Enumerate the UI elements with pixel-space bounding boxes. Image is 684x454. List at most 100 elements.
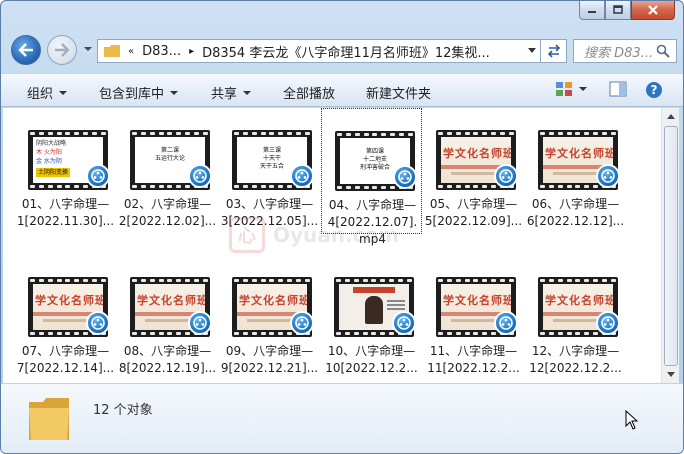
forward-arrow-icon: [55, 43, 70, 57]
file-name-line: 04、八字命理—: [328, 198, 417, 212]
media-player-icon: [86, 164, 110, 188]
cover-title: 学文化名师班: [443, 147, 511, 160]
new-folder-label: 新建文件夹: [366, 87, 432, 102]
video-file-item[interactable]: 学文化名师班 08、八字命理— 8[2022.12.19]...: [117, 255, 218, 381]
search-box[interactable]: 搜索 D83...: [573, 39, 677, 63]
address-overflow-chevron[interactable]: «: [128, 46, 134, 57]
breadcrumb-separator-icon[interactable]: ▸: [189, 46, 194, 57]
file-list-view[interactable]: 阴阳大战略 木 火为阳 金 水为阴 土阴阳变换 01、八字命理— 1[2022.…: [3, 108, 661, 383]
film-reel-icon: [295, 169, 309, 183]
media-player-icon: [290, 164, 314, 188]
change-view-button[interactable]: [555, 81, 587, 97]
scrollbar-thumb[interactable]: [664, 126, 678, 366]
share-label: 共享: [211, 87, 238, 102]
film-reel-icon: [499, 316, 513, 330]
video-file-item[interactable]: 第四课 十二地支 刑冲害破合 04、八字命理— 4[2022.12.07]. mp4: [321, 108, 422, 246]
new-folder-button[interactable]: 新建文件夹: [366, 83, 431, 102]
file-name: 11、八字命理— 11[2022.12.2...: [423, 343, 524, 377]
film-reel-icon: [499, 169, 513, 183]
film-reel-icon: [601, 316, 615, 330]
video-file-item[interactable]: 学文化名师班 06、八字命理— 6[2022.12.12]...: [525, 108, 626, 234]
video-file-item[interactable]: 学文化名师班 07、八字命理— 7[2022.12.14]...: [15, 255, 116, 381]
forward-button[interactable]: [47, 35, 77, 65]
file-name-line: 12[2022.12.2...: [529, 361, 622, 375]
slide-line: 五运行大论: [154, 155, 185, 162]
file-name-line: 10、八字命理—: [327, 344, 416, 358]
file-name-line: 11、八字命理—: [429, 344, 518, 358]
file-name-line: 7[2022.12.14]...: [16, 361, 115, 375]
film-perforation: [28, 277, 108, 284]
close-button[interactable]: [631, 1, 675, 20]
file-name-line: 3[2022.12.05]...: [220, 214, 319, 228]
slide-text: 第二课 五运行大论: [135, 147, 205, 163]
slide-line: 第二课: [160, 147, 179, 154]
folder-icon: [104, 45, 120, 57]
include-in-library-menu[interactable]: 包含到库中: [99, 83, 179, 102]
scroll-up-button[interactable]: [662, 108, 679, 125]
address-dropdown-button[interactable]: [522, 40, 540, 62]
refresh-button[interactable]: [541, 39, 567, 63]
breadcrumb-current[interactable]: D8354 李云龙《八字命理11月名师班》12集视...: [202, 42, 490, 61]
media-player-icon: [494, 311, 518, 335]
file-name-line: 01、八字命理—: [21, 197, 110, 211]
slide-line: 第三课: [262, 147, 281, 154]
slide-line: 木 火为阳: [36, 149, 62, 156]
file-name: 06、八字命理— 6[2022.12.12]...: [525, 196, 626, 230]
recent-pages-chevron-icon[interactable]: [83, 45, 93, 53]
file-name: 10、八字命理— 10[2022.12.2...: [321, 343, 422, 377]
slide-line: 十二地支: [362, 156, 387, 163]
video-file-item[interactable]: 第二课 五运行大论 02、八字命理— 2[2022.12.02]...: [117, 108, 218, 234]
video-file-item[interactable]: 学文化名师班 11、八字命理— 11[2022.12.2...: [423, 255, 524, 381]
slide-line: 第四课: [365, 148, 384, 155]
item-count: 12 个对象: [93, 403, 153, 418]
file-name-line: 6[2022.12.12]...: [526, 214, 625, 228]
lecturer-photo: [365, 296, 383, 324]
slide-line: 金 水为阴: [36, 158, 62, 165]
folder-icon: [29, 398, 69, 440]
file-name: 03、八字命理— 3[2022.12.05]...: [219, 196, 320, 230]
scroll-up-icon: [666, 114, 675, 119]
file-name-line: 2[2022.12.02]...: [118, 214, 217, 228]
vertical-scrollbar[interactable]: [661, 108, 679, 383]
minimize-button[interactable]: [579, 1, 605, 20]
organize-menu[interactable]: 组织: [27, 83, 68, 102]
film-perforation: [334, 277, 414, 284]
video-file-item[interactable]: 学文化名师班 09、八字命理— 9[2022.12.21]...: [219, 255, 320, 381]
media-player-icon: [86, 311, 110, 335]
breadcrumb-parent[interactable]: D83...: [142, 44, 181, 59]
minimize-icon: [588, 11, 596, 13]
maximize-button[interactable]: [605, 1, 631, 20]
film-reel-icon: [193, 316, 207, 330]
film-perforation: [28, 130, 108, 137]
film-reel-icon: [398, 170, 412, 184]
film-perforation: [538, 277, 618, 284]
film-perforation: [232, 277, 312, 284]
video-file-item[interactable]: 第三课 十天干 天干五合 03、八字命理— 3[2022.12.05]...: [219, 108, 320, 234]
help-button[interactable]: ?: [645, 81, 663, 99]
photo-text-lines: [387, 300, 405, 302]
dropdown-arrow-icon: [59, 90, 68, 95]
slide-line: 十天干: [262, 155, 281, 162]
share-menu[interactable]: 共享: [211, 83, 252, 102]
scroll-down-button[interactable]: [662, 366, 679, 383]
video-file-item[interactable]: 10、八字命理— 10[2022.12.2...: [321, 255, 422, 381]
film-perforation: [130, 277, 210, 284]
back-button[interactable]: [11, 35, 41, 65]
media-player-icon: [393, 165, 417, 189]
file-name-line: 11[2022.12.2...: [427, 361, 520, 375]
address-bar[interactable]: « D83... ▸ D8354 李云龙《八字命理11月名师班》12集视...: [97, 39, 541, 63]
photo-header: [353, 287, 395, 293]
search-icon[interactable]: [656, 44, 670, 58]
play-all-button[interactable]: 全部播放: [283, 83, 335, 102]
preview-pane-button[interactable]: [609, 81, 627, 97]
file-name-line: 06、八字命理—: [531, 197, 620, 211]
video-file-item[interactable]: 学文化名师班 05、八字命理— 5[2022.12.09]...: [423, 108, 524, 234]
play-all-label: 全部播放: [283, 87, 336, 102]
film-perforation: [538, 130, 618, 137]
cover-title: 学文化名师班: [443, 294, 511, 307]
search-input[interactable]: 搜索 D83...: [584, 42, 656, 61]
video-file-item[interactable]: 阴阳大战略 木 火为阳 金 水为阴 土阴阳变换 01、八字命理— 1[2022.…: [15, 108, 116, 234]
file-name: 05、八字命理— 5[2022.12.09]...: [423, 196, 524, 230]
scroll-down-icon: [666, 372, 675, 377]
video-file-item[interactable]: 学文化名师班 12、八字命理— 12[2022.12.2...: [525, 255, 626, 381]
